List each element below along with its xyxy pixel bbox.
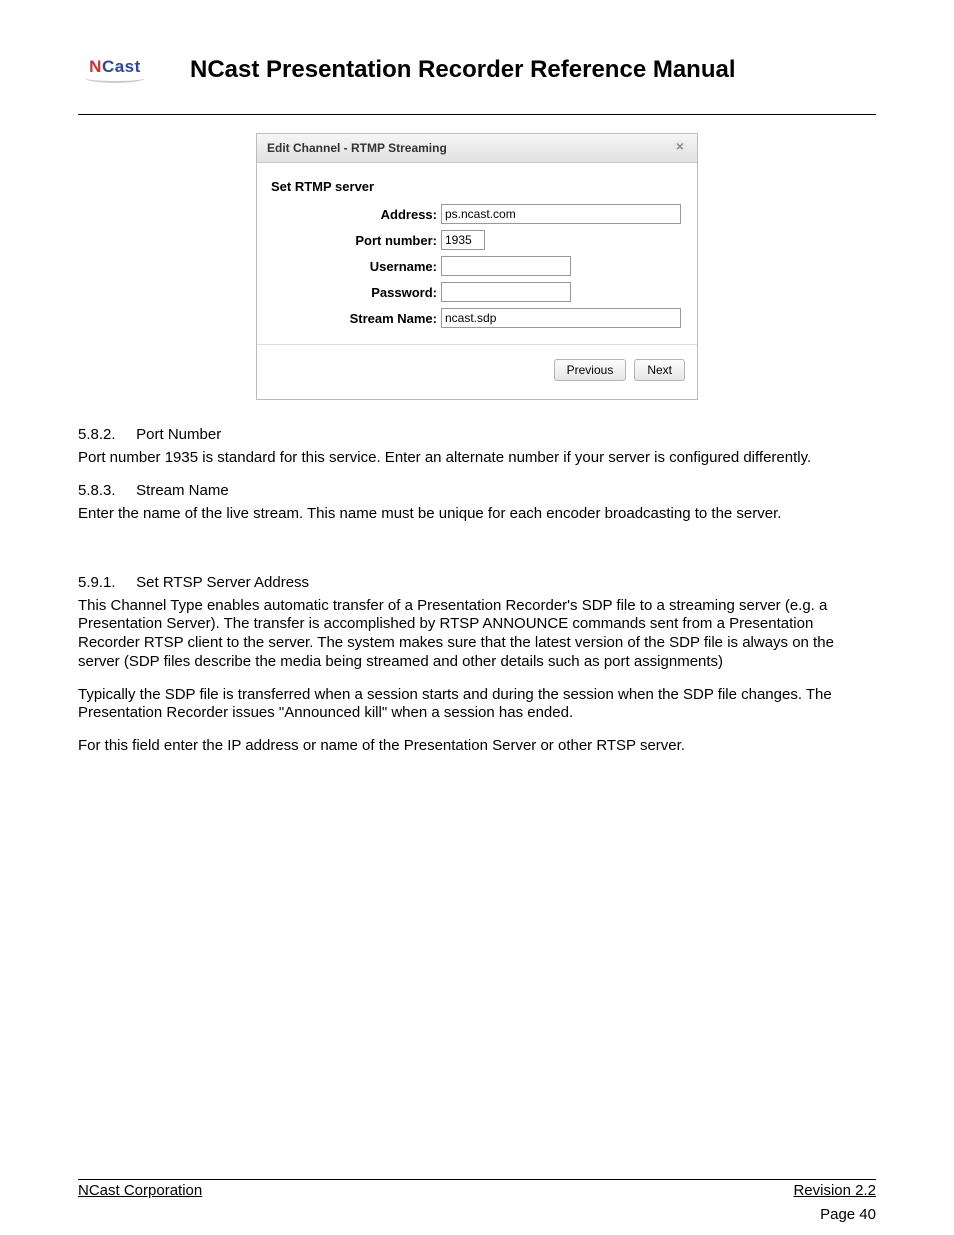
- close-icon[interactable]: ✕: [673, 141, 687, 155]
- dialog-title: Edit Channel - RTMP Streaming: [267, 141, 447, 155]
- row-password: Password:: [271, 282, 683, 302]
- section-582-title: Port Number: [136, 426, 221, 443]
- section-591-number: 5.9.1.: [78, 574, 132, 591]
- username-input[interactable]: [441, 256, 571, 276]
- section-583-title: Stream Name: [136, 482, 229, 499]
- section-583-body: Enter the name of the live stream. This …: [78, 505, 876, 524]
- section-582-number: 5.8.2.: [78, 426, 132, 443]
- dialog-figure: Edit Channel - RTMP Streaming ✕ Set RTMP…: [78, 133, 876, 400]
- footer-company: NCast Corporation: [78, 1182, 202, 1199]
- label-address: Address:: [271, 207, 441, 222]
- label-port: Port number:: [271, 233, 441, 248]
- row-port: Port number:: [271, 230, 683, 250]
- row-stream-name: Stream Name:: [271, 308, 683, 328]
- row-username: Username:: [271, 256, 683, 276]
- label-username: Username:: [271, 259, 441, 274]
- label-password: Password:: [271, 285, 441, 300]
- section-591-p2: Typically the SDP file is transferred wh…: [78, 686, 876, 724]
- previous-button[interactable]: Previous: [554, 359, 627, 381]
- dialog-titlebar: Edit Channel - RTMP Streaming ✕: [257, 134, 697, 163]
- section-591-p1: This Channel Type enables automatic tran…: [78, 597, 876, 672]
- page-title: NCast Presentation Recorder Reference Ma…: [180, 56, 876, 84]
- row-address: Address:: [271, 204, 683, 224]
- dialog-footer: Previous Next: [257, 345, 697, 399]
- section-591-title: Set RTSP Server Address: [136, 574, 309, 591]
- label-stream-name: Stream Name:: [271, 311, 441, 326]
- section-582-heading: 5.8.2. Port Number: [78, 426, 876, 443]
- logo-swoosh-icon: [85, 73, 145, 83]
- dialog-body: Set RTMP server Address: Port number: Us…: [257, 163, 697, 345]
- password-input[interactable]: [441, 282, 571, 302]
- edit-channel-dialog: Edit Channel - RTMP Streaming ✕ Set RTMP…: [256, 133, 698, 400]
- stream-name-input[interactable]: [441, 308, 681, 328]
- section-583-heading: 5.8.3. Stream Name: [78, 482, 876, 499]
- section-583-number: 5.8.3.: [78, 482, 132, 499]
- section-591-heading: 5.9.1. Set RTSP Server Address: [78, 574, 876, 591]
- footer-revision: Revision 2.2: [793, 1182, 876, 1199]
- section-582-body: Port number 1935 is standard for this se…: [78, 449, 876, 468]
- page-footer: NCast Corporation Revision 2.2: [78, 1179, 876, 1199]
- ncast-logo: NCast: [78, 50, 152, 90]
- page-header: NCast NCast Presentation Recorder Refere…: [78, 50, 876, 115]
- port-input[interactable]: [441, 230, 485, 250]
- page-number: Page 40: [820, 1206, 876, 1223]
- section-591-p3: For this field enter the IP address or n…: [78, 737, 876, 756]
- address-input[interactable]: [441, 204, 681, 224]
- next-button[interactable]: Next: [634, 359, 685, 381]
- dialog-section-title: Set RTMP server: [271, 179, 683, 194]
